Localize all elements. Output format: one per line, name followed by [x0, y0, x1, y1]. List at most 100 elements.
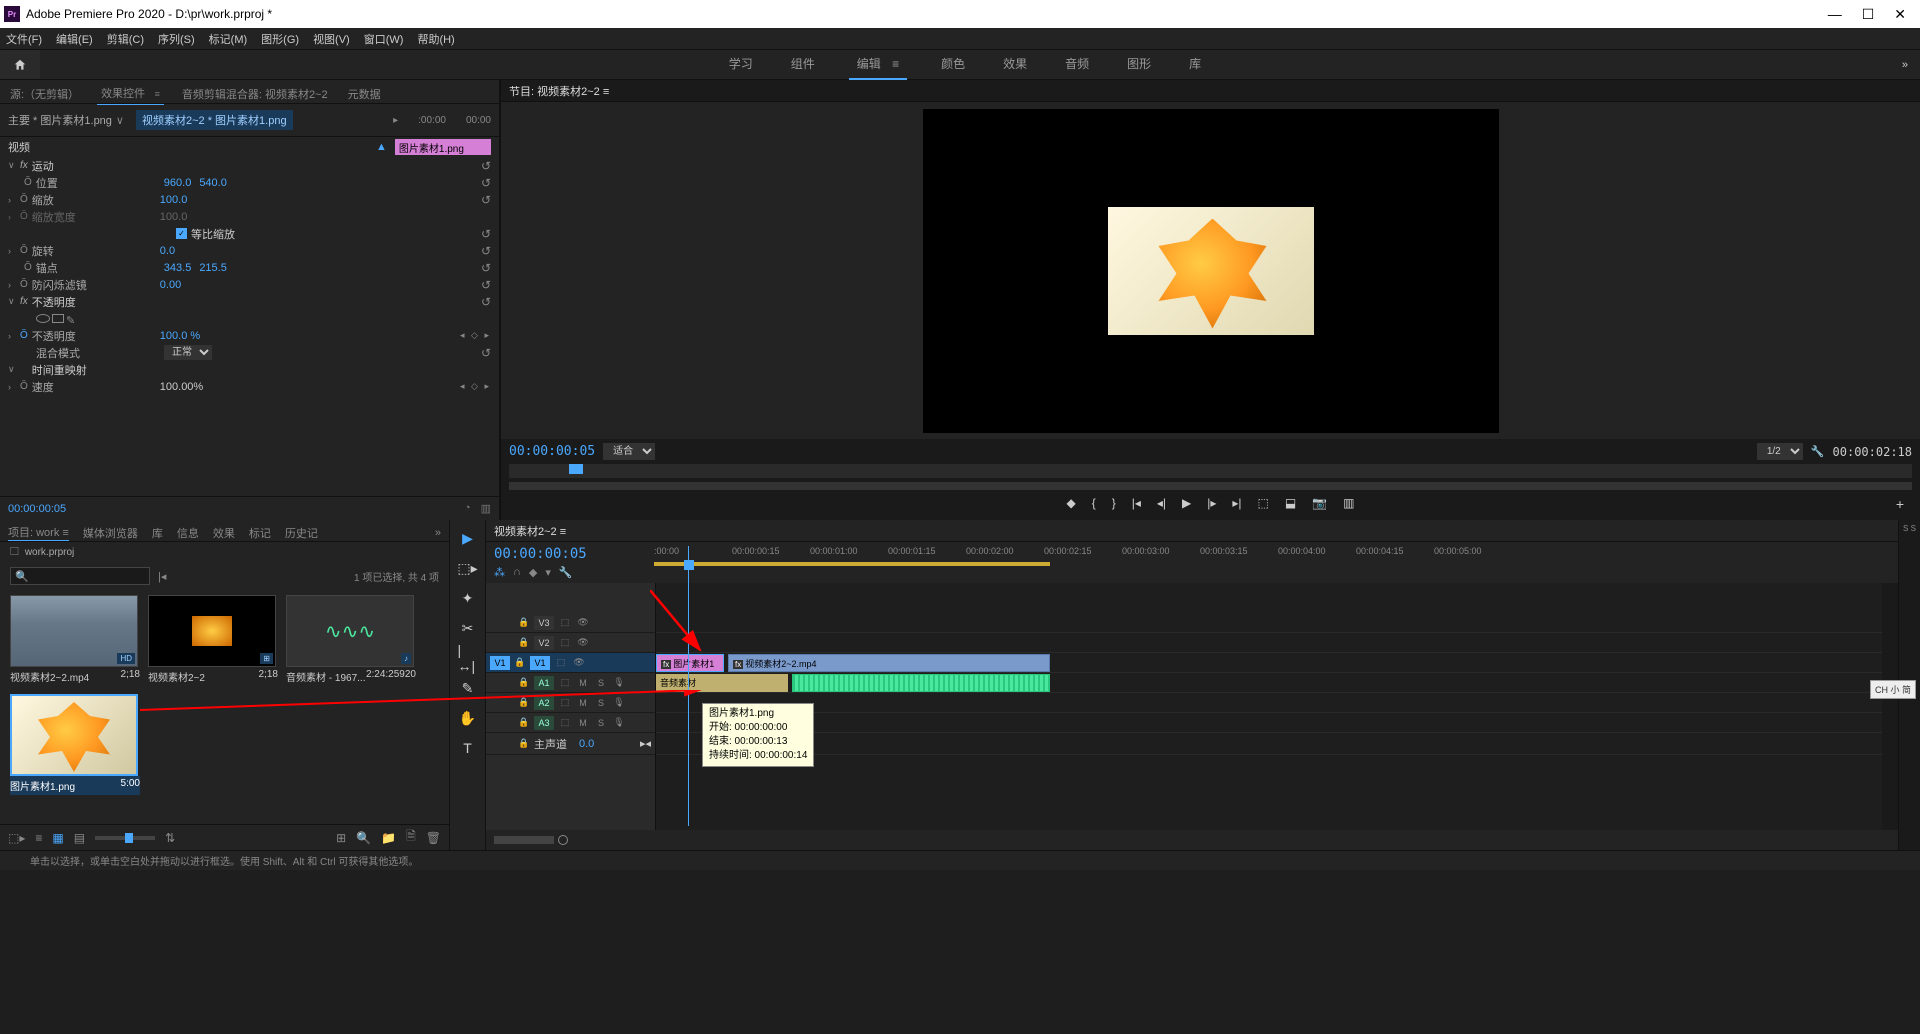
master-collapse-icon[interactable]: ▸◂: [640, 737, 651, 750]
new-item-button[interactable]: 🗎: [406, 827, 416, 848]
freeform-view-icon[interactable]: ⬚▸: [8, 831, 25, 845]
fit-select[interactable]: 适合: [603, 443, 655, 460]
source-v1[interactable]: V1: [490, 656, 510, 670]
effect-view-icon[interactable]: ▥: [481, 502, 491, 515]
workspace-learn[interactable]: 学习: [725, 49, 757, 80]
list-view-button[interactable]: ≡: [35, 831, 42, 845]
mic-icon[interactable]: 🎙: [612, 677, 626, 688]
delete-button[interactable]: 🗑: [426, 831, 441, 845]
lock-icon[interactable]: 🔒: [518, 617, 530, 628]
track-select-tool[interactable]: ⬚▸: [458, 558, 478, 578]
anchor-y[interactable]: 215.5: [199, 262, 227, 274]
track-row-a1[interactable]: 音频素材: [656, 673, 1882, 693]
workspace-library[interactable]: 库: [1185, 49, 1205, 80]
export-frame-button[interactable]: 📷: [1312, 496, 1327, 510]
timeline-zoom-handle[interactable]: [558, 835, 568, 845]
track-v3[interactable]: V3: [534, 616, 554, 630]
wrench-icon[interactable]: 🔧: [1811, 445, 1825, 458]
hand-tool[interactable]: ✋: [458, 708, 478, 728]
tab-project[interactable]: 项目: work ≡: [8, 524, 69, 541]
selection-tool[interactable]: ▶: [458, 528, 478, 548]
button-editor[interactable]: +: [1896, 496, 1904, 512]
resolution-select[interactable]: 1/2: [1757, 443, 1803, 460]
comparison-button[interactable]: ▥: [1343, 496, 1354, 510]
go-to-out-button[interactable]: ▸|: [1232, 496, 1241, 510]
mark-in-button[interactable]: {: [1092, 496, 1096, 510]
new-bin-button[interactable]: 📁: [381, 831, 396, 845]
track-row-v2[interactable]: [656, 633, 1882, 653]
stopwatch-icon[interactable]: Ŏ: [24, 177, 32, 188]
filter-icon[interactable]: |◂: [158, 570, 166, 583]
master-value[interactable]: 0.0: [579, 738, 594, 750]
menu-help[interactable]: 帮助(H): [417, 31, 454, 47]
workspace-assembly[interactable]: 组件: [787, 49, 819, 80]
settings-icon[interactable]: ▾: [545, 566, 551, 579]
clip-audio[interactable]: [792, 674, 1050, 692]
menu-clip[interactable]: 剪辑(C): [107, 31, 144, 47]
timeline-zoom[interactable]: [494, 836, 554, 844]
mask-rect-button[interactable]: [52, 314, 64, 323]
track-row-v3[interactable]: [656, 613, 1882, 633]
track-row-a3[interactable]: [656, 713, 1882, 733]
close-button[interactable]: ✕: [1894, 6, 1906, 23]
timeline-ruler[interactable]: :00:00 00:00:00:15 00:00:01:00 00:00:01:…: [654, 546, 1890, 578]
home-button[interactable]: [0, 50, 40, 79]
lift-button[interactable]: ⬚: [1258, 496, 1269, 510]
playhead[interactable]: [684, 560, 694, 570]
minimize-button[interactable]: —: [1828, 6, 1842, 23]
zoom-slider[interactable]: [95, 836, 155, 840]
timeline-sequence-tab[interactable]: 视频素材2~2 ≡: [494, 523, 566, 539]
track-a1[interactable]: A1: [534, 676, 554, 690]
clip-video[interactable]: fx视频素材2~2.mp4: [728, 654, 1050, 672]
auto-seq-button[interactable]: ⊞: [336, 831, 346, 845]
icon-view-button[interactable]: ▦: [52, 831, 63, 845]
search-input[interactable]: 🔍: [10, 567, 150, 585]
menu-edit[interactable]: 编辑(E): [56, 31, 93, 47]
pen-tool[interactable]: ✎: [458, 678, 478, 698]
program-timecode[interactable]: 00:00:00:05: [509, 444, 595, 459]
effect-zoom-icon[interactable]: ◔: [464, 502, 471, 515]
menu-window[interactable]: 窗口(W): [364, 31, 404, 47]
track-a3[interactable]: A3: [534, 716, 554, 730]
breadcrumb-master[interactable]: 主要 * 图片素材1.png: [8, 112, 112, 128]
effect-clip-bar[interactable]: 图片素材1.png: [395, 139, 491, 155]
tab-project-effects[interactable]: 效果: [213, 525, 235, 541]
program-scrubber[interactable]: [509, 464, 1912, 478]
prop-opacity-header[interactable]: 不透明度: [32, 294, 172, 310]
workspace-graphics[interactable]: 图形: [1123, 49, 1155, 80]
workspace-edit[interactable]: 编辑 ≡: [849, 49, 907, 80]
snap-icon[interactable]: ⁂: [494, 566, 505, 579]
marker-icon[interactable]: ◆: [529, 566, 537, 579]
track-v2[interactable]: V2: [534, 636, 554, 650]
uniform-scale-checkbox[interactable]: ✓: [176, 228, 187, 239]
workspace-effects[interactable]: 效果: [999, 49, 1031, 80]
play-button[interactable]: ▶: [1182, 496, 1191, 510]
rotation-value[interactable]: 0.0: [160, 245, 175, 257]
ripple-edit-tool[interactable]: ✦: [458, 588, 478, 608]
tab-audio-mixer[interactable]: 音频剪辑混合器: 视频素材2~2: [180, 83, 330, 105]
timeline-timecode[interactable]: 00:00:00:05: [494, 546, 654, 562]
track-row-master[interactable]: [656, 733, 1882, 755]
menu-marker[interactable]: 标记(M): [209, 31, 248, 47]
master-track[interactable]: 主声道: [534, 736, 567, 752]
track-a2[interactable]: A2: [534, 696, 554, 710]
workspace-audio[interactable]: 音频: [1061, 49, 1093, 80]
tab-metadata[interactable]: 元数据: [346, 83, 383, 105]
step-forward-button[interactable]: |▸: [1207, 496, 1216, 510]
prop-motion[interactable]: 运动: [32, 158, 172, 174]
extract-button[interactable]: ⬓: [1285, 496, 1296, 510]
prop-time-remap[interactable]: 时间重映射: [32, 362, 172, 378]
add-marker-button[interactable]: ◆: [1066, 496, 1075, 510]
go-to-in-button[interactable]: |◂: [1132, 496, 1141, 510]
step-back-button[interactable]: ◂|: [1157, 496, 1166, 510]
freeform-button[interactable]: ▤: [74, 831, 85, 845]
scale-value[interactable]: 100.0: [160, 194, 188, 206]
anchor-x[interactable]: 343.5: [164, 262, 192, 274]
menu-view[interactable]: 视图(V): [313, 31, 350, 47]
clip-audio-label[interactable]: 音频素材: [656, 674, 788, 692]
menu-graphics[interactable]: 图形(G): [261, 31, 299, 47]
effect-timecode[interactable]: 00:00:00:05: [8, 503, 66, 515]
tab-info[interactable]: 信息: [177, 525, 199, 541]
speed-value[interactable]: 100.00%: [160, 381, 203, 393]
blend-mode-select[interactable]: 正常: [164, 345, 212, 360]
